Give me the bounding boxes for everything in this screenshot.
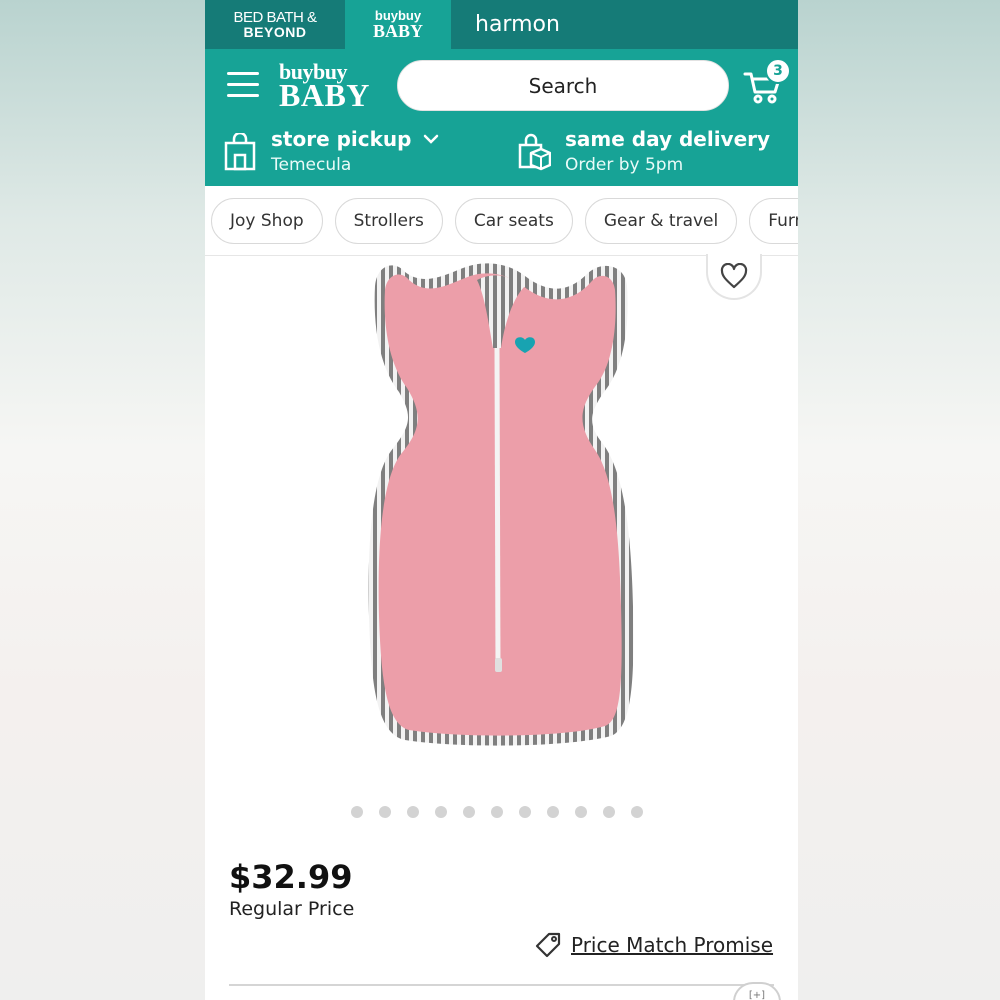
store-pickup-selector[interactable]: store pickup Temecula [223, 127, 439, 175]
cart-count-badge: 3 [765, 58, 791, 84]
price-tag-icon [535, 932, 561, 958]
store-bag-icon [224, 133, 256, 171]
store-name: Temecula [271, 155, 352, 175]
harmon-tab[interactable]: harmon [451, 0, 560, 49]
carousel-dot[interactable] [379, 806, 391, 818]
carousel-dot[interactable] [547, 806, 559, 818]
category-chip-strollers[interactable]: Strollers [334, 197, 443, 244]
carousel-dot[interactable] [463, 806, 475, 818]
price-match-label: Price Match Promise [571, 933, 774, 957]
carousel-indicators [351, 806, 643, 818]
price-type-label: Regular Price [229, 898, 355, 920]
carousel-dot[interactable] [491, 806, 503, 818]
delivery-cutoff: Order by 5pm [565, 155, 684, 175]
app-screen: BED BATH & BEYOND buybuy BABY harmon buy… [205, 0, 798, 1000]
category-chip-joy-shop[interactable]: Joy Shop [211, 197, 323, 244]
same-day-delivery-title: same day delivery [565, 127, 771, 151]
carousel-dot[interactable] [575, 806, 587, 818]
search-input[interactable]: Search [397, 60, 729, 111]
same-day-delivery[interactable]: same day delivery Order by 5pm [517, 127, 770, 175]
heart-icon [720, 263, 748, 289]
category-chips: Joy Shop Strollers Car seats Gear & trav… [205, 186, 798, 256]
chevron-down-icon [424, 134, 439, 144]
carousel-dot[interactable] [603, 806, 615, 818]
carousel-dot[interactable] [631, 806, 643, 818]
menu-icon[interactable] [227, 72, 259, 105]
price-match-link[interactable]: Price Match Promise [533, 930, 773, 960]
brand-switcher-bar: BED BATH & BEYOND buybuy BABY harmon [205, 0, 798, 49]
product-image-carousel[interactable] [205, 254, 798, 821]
carousel-dot[interactable] [351, 806, 363, 818]
carousel-dot[interactable] [407, 806, 419, 818]
cart-button[interactable]: 3 [743, 58, 791, 110]
bbaby-tab-line2: BABY [372, 21, 423, 41]
section-divider [229, 984, 774, 986]
store-pickup-title: store pickup [271, 127, 439, 151]
category-chip-furniture[interactable]: Furni [749, 197, 798, 244]
buybuy-baby-logo[interactable]: buybuy BABY [279, 61, 370, 113]
bbb-logo-line2: BEYOND [243, 24, 307, 40]
bbb-logo-line1: BED BATH & [233, 9, 317, 26]
category-chip-gear-travel[interactable]: Gear & travel [584, 197, 738, 244]
product-price: $32.99 [229, 858, 353, 896]
favorite-button[interactable] [706, 254, 762, 300]
carousel-dot[interactable] [435, 806, 447, 818]
logo-line2: BABY [279, 77, 370, 113]
product-swaddle-image [368, 263, 634, 746]
carousel-dot[interactable] [519, 806, 531, 818]
buybuy-baby-tab[interactable]: buybuy BABY [345, 0, 451, 49]
delivery-box-icon [518, 133, 551, 171]
site-header: buybuy BABY Search 3 store pickup Temecu… [205, 49, 798, 186]
store-pickup-label: store pickup [271, 127, 412, 151]
category-chip-car-seats[interactable]: Car seats [454, 197, 573, 244]
bed-bath-beyond-tab[interactable]: BED BATH & BEYOND [205, 0, 345, 49]
